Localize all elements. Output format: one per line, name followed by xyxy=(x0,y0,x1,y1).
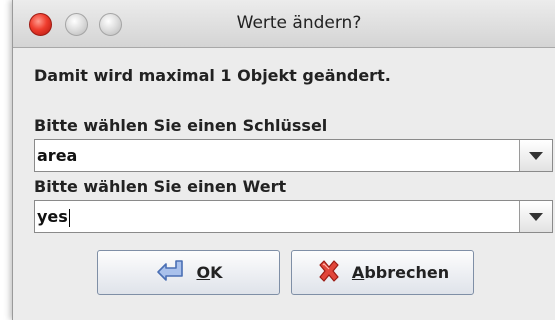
return-arrow-icon xyxy=(154,258,186,288)
cancel-button-label: Abbrechen xyxy=(351,263,450,282)
key-combobox-value[interactable]: area xyxy=(37,140,77,171)
ok-button[interactable]: OK xyxy=(97,250,280,295)
info-message: Damit wird maximal 1 Objekt geändert. xyxy=(34,66,391,85)
chevron-down-icon xyxy=(529,152,543,160)
cancel-button[interactable]: Abbrechen xyxy=(291,250,474,295)
value-combobox-text: yes xyxy=(37,207,68,226)
dialog-window: Werte ändern? Damit wird maximal 1 Objek… xyxy=(12,0,555,320)
text-caret xyxy=(68,208,70,227)
window-title: Werte ändern? xyxy=(236,13,362,33)
chevron-down-icon xyxy=(529,213,543,221)
title-bar[interactable]: Werte ändern? xyxy=(13,0,555,48)
red-x-icon xyxy=(316,258,342,288)
key-combobox-dropdown-button[interactable] xyxy=(519,140,552,171)
value-combobox-dropdown-button[interactable] xyxy=(519,201,552,232)
key-label: Bitte wählen Sie einen Schlüssel xyxy=(34,116,328,135)
value-combobox-input[interactable]: yes xyxy=(37,201,70,232)
ok-button-label: OK xyxy=(196,263,223,282)
key-combobox[interactable]: area xyxy=(34,139,553,172)
value-label: Bitte wählen Sie einen Wert xyxy=(34,177,287,196)
value-combobox[interactable]: yes xyxy=(34,200,553,233)
